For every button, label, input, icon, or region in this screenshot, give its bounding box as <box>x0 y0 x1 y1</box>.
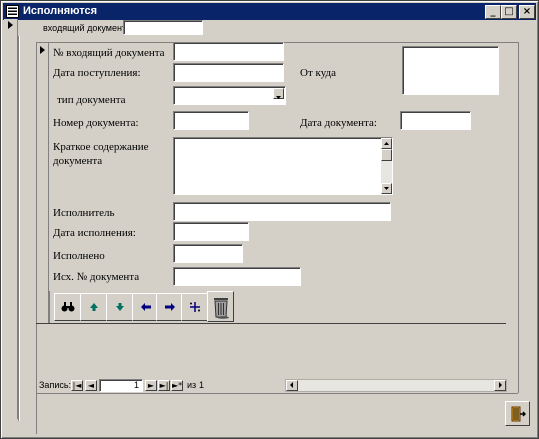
first-record-nav-button[interactable]: |◄ <box>71 380 83 391</box>
record-total: 1 <box>199 380 205 390</box>
maximize-button[interactable]: □ <box>501 5 517 19</box>
up-arrow-icon <box>384 142 389 145</box>
left-arrow-icon <box>290 382 293 388</box>
doc-type-combobox[interactable] <box>173 86 286 105</box>
first-record-icon <box>90 303 98 311</box>
delete-icon <box>213 297 229 319</box>
exec-date-label: Дата исполнения: <box>53 227 136 239</box>
current-record-arrow-icon <box>8 21 13 29</box>
find-button[interactable] <box>54 293 82 321</box>
scroll-left-button[interactable] <box>286 380 298 391</box>
form-icon <box>6 5 19 18</box>
previous-record-icon <box>141 303 151 311</box>
new-record-button[interactable] <box>181 293 209 321</box>
new-record-icon <box>190 302 200 312</box>
form-window: Исполняются _ □ × входящий документ № вх… <box>0 0 539 439</box>
scroll-down-button[interactable] <box>381 183 392 194</box>
scroll-up-button[interactable] <box>381 138 392 149</box>
subform-separator <box>36 323 506 324</box>
incoming-no-field[interactable] <box>173 42 284 61</box>
subform-current-arrow-icon <box>40 46 45 54</box>
left-divider <box>18 36 20 421</box>
of-label: из <box>187 380 197 390</box>
right-arrow-icon <box>499 382 502 388</box>
scroll-thumb[interactable] <box>381 149 392 161</box>
outgoing-no-field[interactable] <box>173 267 301 286</box>
first-record-button[interactable] <box>80 293 108 321</box>
chevron-down-icon <box>276 96 281 99</box>
doc-number-label: Номер документа: <box>53 117 139 129</box>
doc-number-field[interactable] <box>173 111 249 130</box>
executor-field[interactable] <box>173 202 391 221</box>
outer-record-selector[interactable] <box>4 19 18 419</box>
summary-textarea[interactable] <box>173 137 393 195</box>
new-record-nav-button[interactable]: ►* <box>171 380 183 391</box>
window-title: Исполняются <box>23 5 98 17</box>
record-label: Запись: <box>39 380 72 390</box>
next-record-icon <box>165 303 175 311</box>
subform-right-edge <box>518 42 519 393</box>
subform-bottom-edge <box>36 393 518 394</box>
last-record-button[interactable] <box>106 293 134 321</box>
incoming-document-field[interactable] <box>123 20 203 35</box>
next-record-button[interactable] <box>156 293 184 321</box>
find-icon <box>61 302 75 312</box>
scroll-right-button[interactable] <box>494 380 506 391</box>
summary-label-line2: документа <box>53 155 103 167</box>
next-record-nav-button[interactable]: ► <box>145 380 157 391</box>
exec-date-field[interactable] <box>173 222 249 241</box>
from-label: От куда <box>300 67 336 79</box>
doc-date-field[interactable] <box>400 111 471 130</box>
delete-button[interactable] <box>207 291 234 322</box>
outgoing-no-label: Исх. № документа <box>53 271 140 283</box>
exit-door-icon <box>511 406 526 421</box>
toolbar-left-divider <box>49 291 50 323</box>
last-record-icon <box>116 303 124 311</box>
incoming-document-label: входящий документ <box>43 23 127 33</box>
executed-label: Исполнено <box>53 250 105 262</box>
horizontal-scrollbar[interactable] <box>285 379 507 392</box>
subform-record-selector[interactable] <box>37 43 49 323</box>
received-date-label: Дата поступления: <box>53 67 141 79</box>
executed-field[interactable] <box>173 244 243 263</box>
record-number-field[interactable]: 1 <box>99 379 143 392</box>
from-field[interactable] <box>402 46 499 95</box>
doc-type-label: тип документа <box>57 94 126 106</box>
close-button[interactable]: × <box>519 5 535 19</box>
exit-button[interactable] <box>505 401 530 426</box>
summary-scrollbar[interactable] <box>381 138 392 194</box>
last-record-nav-button[interactable]: ►| <box>158 380 170 391</box>
title-bar[interactable]: Исполняются _ □ × <box>3 3 536 20</box>
executor-label: Исполнитель <box>53 207 115 219</box>
down-arrow-icon <box>384 187 389 190</box>
incoming-no-label: № входящий документа <box>53 47 165 59</box>
summary-label-line1: Краткое содержание <box>53 141 149 153</box>
prev-record-nav-button[interactable]: ◄ <box>85 380 97 391</box>
dropdown-button[interactable] <box>273 88 284 99</box>
minimize-button[interactable]: _ <box>485 5 501 19</box>
doc-date-label: Дата документа: <box>300 117 377 129</box>
received-date-field[interactable] <box>173 63 284 82</box>
